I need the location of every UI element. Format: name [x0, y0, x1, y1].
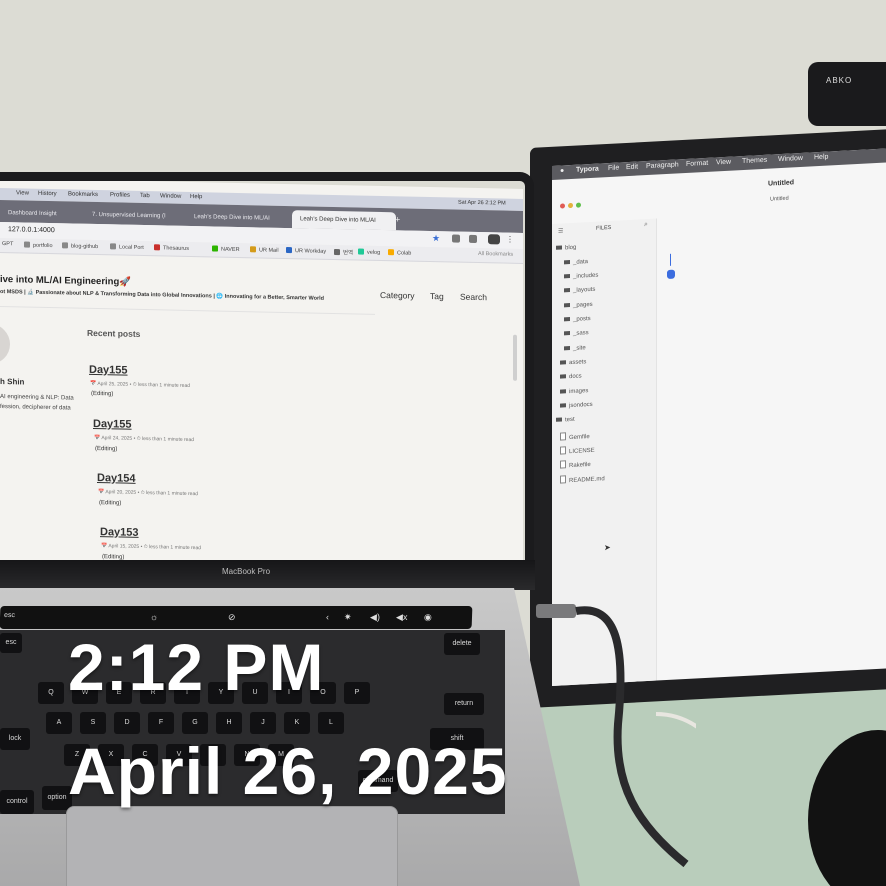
key-p[interactable]: P [344, 682, 370, 704]
brightness-icon[interactable]: ✷ [344, 612, 352, 623]
webcam [808, 62, 886, 126]
menu-window[interactable]: Window [778, 155, 803, 163]
usb-c-cable [536, 604, 696, 868]
folder-icon [564, 274, 570, 279]
key-l[interactable]: L [318, 712, 344, 734]
tree-item-docs[interactable]: docs [560, 373, 582, 380]
key-delete[interactable]: delete [444, 633, 480, 655]
folder-icon [560, 374, 566, 379]
chevron-left-icon[interactable]: ‹ [326, 612, 329, 622]
key-f[interactable]: F [148, 712, 174, 734]
volume-icon[interactable]: ◀) [370, 612, 380, 623]
tree-item-license[interactable]: LICENSE [560, 445, 595, 456]
folder-icon [560, 360, 566, 365]
search-icon[interactable]: ⌕ [644, 221, 648, 229]
folder-icon [564, 317, 570, 322]
overlay-time: 2:12 PM [68, 630, 325, 704]
mute-icon[interactable]: ◀x [396, 612, 408, 623]
menu-paragraph[interactable]: Paragraph [646, 161, 679, 170]
key-q[interactable]: Q [38, 682, 64, 704]
tree-item-gemfile[interactable]: Gemfile [560, 431, 590, 442]
laptop-brand-label: MacBook Pro [222, 567, 271, 576]
touchbar-esc[interactable]: esc [4, 612, 15, 619]
laptop-bezel [0, 172, 534, 576]
link-icon[interactable]: ⊘ [228, 612, 236, 623]
file-icon [560, 446, 566, 455]
document-title: Untitled [770, 195, 789, 203]
key-j[interactable]: J [250, 712, 276, 734]
menu-edit[interactable]: Edit [626, 163, 638, 171]
sidebar-menu-icon[interactable]: ☰ [558, 227, 563, 234]
siri-icon[interactable]: ◉ [424, 612, 432, 623]
usb-c-connector [536, 604, 576, 618]
tree-item-blog[interactable]: blog [556, 245, 576, 252]
key-d[interactable]: D [114, 712, 140, 734]
apple-icon[interactable]: ● [560, 167, 564, 174]
window-title: Untitled [768, 179, 795, 188]
key-lock[interactable]: lock [0, 728, 30, 750]
block-handle-icon[interactable] [667, 269, 675, 279]
window-zoom-button[interactable] [576, 202, 581, 208]
overlay-date: April 26, 2025 [68, 734, 508, 808]
key-a[interactable]: A [46, 712, 72, 734]
key-return[interactable]: return [444, 693, 484, 715]
text-cursor [670, 253, 671, 266]
window-minimize-button[interactable] [568, 202, 573, 209]
folder-icon [556, 417, 562, 422]
folder-icon [564, 288, 570, 293]
menu-app-typora[interactable]: Typora [576, 166, 599, 174]
file-icon [560, 475, 566, 484]
menu-file[interactable]: File [608, 164, 619, 172]
file-icon [560, 460, 566, 469]
folder-icon [564, 260, 570, 265]
key-g[interactable]: G [182, 712, 208, 734]
folder-icon [556, 245, 562, 250]
folder-icon [560, 403, 566, 408]
cable-wire [575, 606, 689, 868]
touch-bar[interactable]: esc ☼ ⊘ ‹ ✷ ◀) ◀x ◉ [0, 606, 473, 629]
brightness-icon[interactable]: ☼ [150, 612, 159, 622]
mouse-pointer-icon: ➤ [604, 542, 611, 553]
menu-themes[interactable]: Themes [742, 157, 767, 165]
menu-format[interactable]: Format [686, 160, 708, 168]
folder-icon [560, 389, 566, 394]
tree-item-data[interactable]: _data [564, 259, 588, 266]
trackpad[interactable] [66, 806, 398, 886]
window-close-button[interactable] [560, 203, 565, 209]
folder-icon [564, 346, 570, 351]
key-control[interactable]: control [0, 790, 34, 814]
menu-help[interactable]: Help [814, 154, 828, 162]
tree-item-sass[interactable]: _sass [564, 330, 589, 337]
key-s[interactable]: S [80, 712, 106, 734]
white-cable [655, 712, 696, 729]
file-icon [560, 432, 566, 441]
menu-view[interactable]: View [716, 159, 731, 167]
tree-item-rakefile[interactable]: Rakefile [560, 459, 591, 470]
webcam-brand-label: ABKO [826, 76, 853, 85]
tree-item-test[interactable]: test [556, 417, 575, 424]
files-header: FILES [596, 224, 612, 232]
key-h[interactable]: H [216, 712, 242, 734]
folder-icon [564, 303, 570, 308]
key-k[interactable]: K [284, 712, 310, 734]
folder-icon [564, 331, 570, 336]
photo-scene: ABKO ● Typora File Edit Paragraph Format… [0, 0, 886, 886]
key-esc[interactable]: esc [0, 633, 22, 653]
tree-item-site[interactable]: _site [564, 345, 586, 352]
